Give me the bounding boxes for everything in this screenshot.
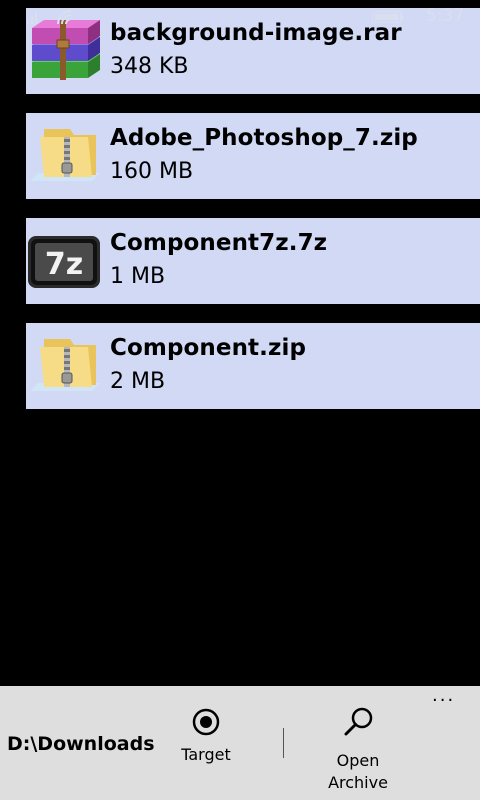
zip-folder-icon <box>30 129 100 181</box>
target-button-label: Target <box>181 745 231 764</box>
clock: 5:37 <box>426 6 465 26</box>
divider <box>283 728 284 758</box>
svg-text:7z: 7z <box>45 247 83 282</box>
search-icon <box>344 707 373 736</box>
more-options-button[interactable]: ... <box>432 687 456 708</box>
signal-strength-icon <box>27 12 37 24</box>
file-size: 2 MB <box>110 369 166 394</box>
screen: 5:37 background-image.rar 348 KB Adobe_P… <box>0 0 480 800</box>
file-size: 160 MB <box>110 159 194 184</box>
file-item[interactable]: Component.zip 2 MB <box>26 323 480 409</box>
target-button[interactable]: Target <box>166 706 246 766</box>
file-name: Component7z.7z <box>110 230 328 256</box>
zip-folder-icon <box>30 339 100 391</box>
file-name: Component.zip <box>110 335 307 361</box>
target-icon <box>192 708 220 736</box>
status-bar: 5:37 <box>0 0 480 32</box>
7z-archive-icon: 7z <box>28 236 100 288</box>
open-archive-button[interactable]: Open Archive <box>316 706 400 794</box>
current-path: D:\Downloads <box>7 733 155 755</box>
app-bar: D:\Downloads Target Open Archive ... <box>0 686 480 800</box>
file-size: 348 KB <box>110 54 189 79</box>
wifi-icon <box>57 10 72 25</box>
open-archive-button-label: Open Archive <box>328 751 388 792</box>
battery-icon <box>372 11 404 23</box>
file-name: Adobe_Photoshop_7.zip <box>110 125 418 151</box>
file-size: 1 MB <box>110 264 166 289</box>
file-item[interactable]: Adobe_Photoshop_7.zip 160 MB <box>26 113 480 199</box>
file-item[interactable]: 7z Component7z.7z 1 MB <box>26 218 480 304</box>
